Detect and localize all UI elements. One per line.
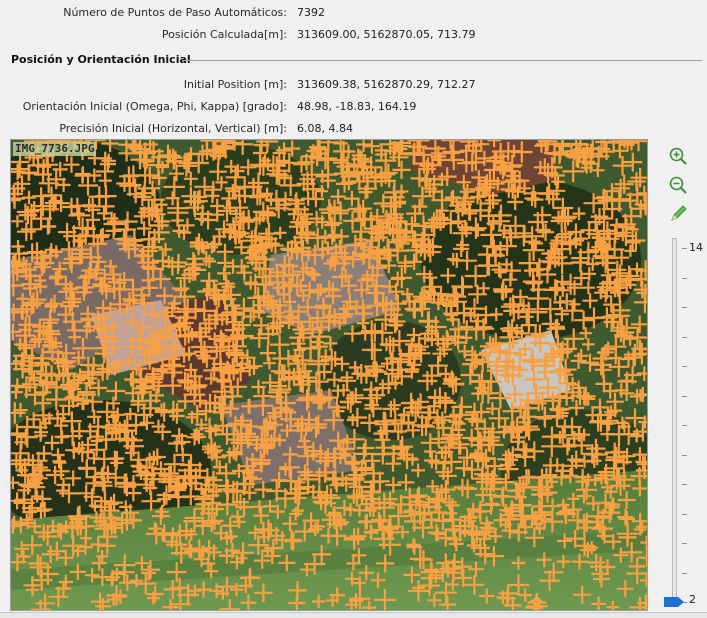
initial-accuracy-row: Precisión Inicial (Horizontal, Vertical)… — [0, 121, 707, 137]
zoom-tick — [682, 248, 687, 249]
bottom-panel-edge — [0, 612, 707, 618]
initial-orientation-row: Orientación Inicial (Omega, Phi, Kappa) … — [0, 99, 707, 115]
initial-orientation-value: 48.98, -18.83, 164.19 — [297, 100, 417, 113]
auto-tie-points-value: 7392 — [297, 6, 325, 19]
image-viewer[interactable]: IMG_7736.JPG — [10, 139, 648, 611]
zoom-tick — [682, 572, 687, 574]
zoom-tick — [682, 307, 687, 308]
section-divider — [182, 60, 702, 61]
zoom-in-icon[interactable] — [667, 145, 689, 167]
computed-position-value: 313609.00, 5162870.05, 713.79 — [297, 28, 476, 41]
zoom-out-icon[interactable] — [667, 174, 689, 196]
auto-tie-points-label: Número de Puntos de Paso Automáticos: — [63, 6, 287, 19]
section-title-initial: Posición y Orientación Inicial — [11, 53, 191, 66]
zoom-tick — [682, 425, 687, 426]
initial-position-label: Initial Position [m]: — [183, 78, 287, 91]
initial-position-value: 313609.38, 5162870.29, 712.27 — [297, 78, 476, 91]
initial-accuracy-value: 6.08, 4.84 — [297, 122, 353, 135]
zoom-tick — [682, 484, 687, 485]
zoom-tick — [682, 277, 687, 279]
zoom-min-label: 2 — [689, 593, 696, 606]
zoom-slider-thumb[interactable] — [664, 597, 684, 607]
initial-accuracy-label: Precisión Inicial (Horizontal, Vertical)… — [59, 122, 287, 135]
aerial-photo[interactable] — [11, 140, 647, 610]
auto-tie-points-row: Número de Puntos de Paso Automáticos: 73… — [0, 5, 707, 21]
image-filename-label: IMG_7736.JPG — [13, 142, 97, 156]
zoom-tick — [682, 454, 687, 456]
zoom-max-label: 14 — [689, 241, 703, 254]
zoom-tick — [682, 395, 687, 397]
initial-position-row: Initial Position [m]: 313609.38, 5162870… — [0, 77, 707, 93]
pencil-icon[interactable] — [667, 203, 689, 225]
initial-orientation-label: Orientación Inicial (Omega, Phi, Kappa) … — [22, 100, 287, 113]
zoom-slider-track[interactable] — [672, 238, 677, 605]
computed-position-label: Posición Calculada[m]: — [161, 28, 287, 41]
computed-position-row: Posición Calculada[m]: 313609.00, 516287… — [0, 27, 707, 43]
zoom-tick — [682, 513, 687, 515]
zoom-tick — [682, 336, 687, 338]
zoom-tick — [682, 543, 687, 544]
zoom-tick — [682, 366, 687, 367]
